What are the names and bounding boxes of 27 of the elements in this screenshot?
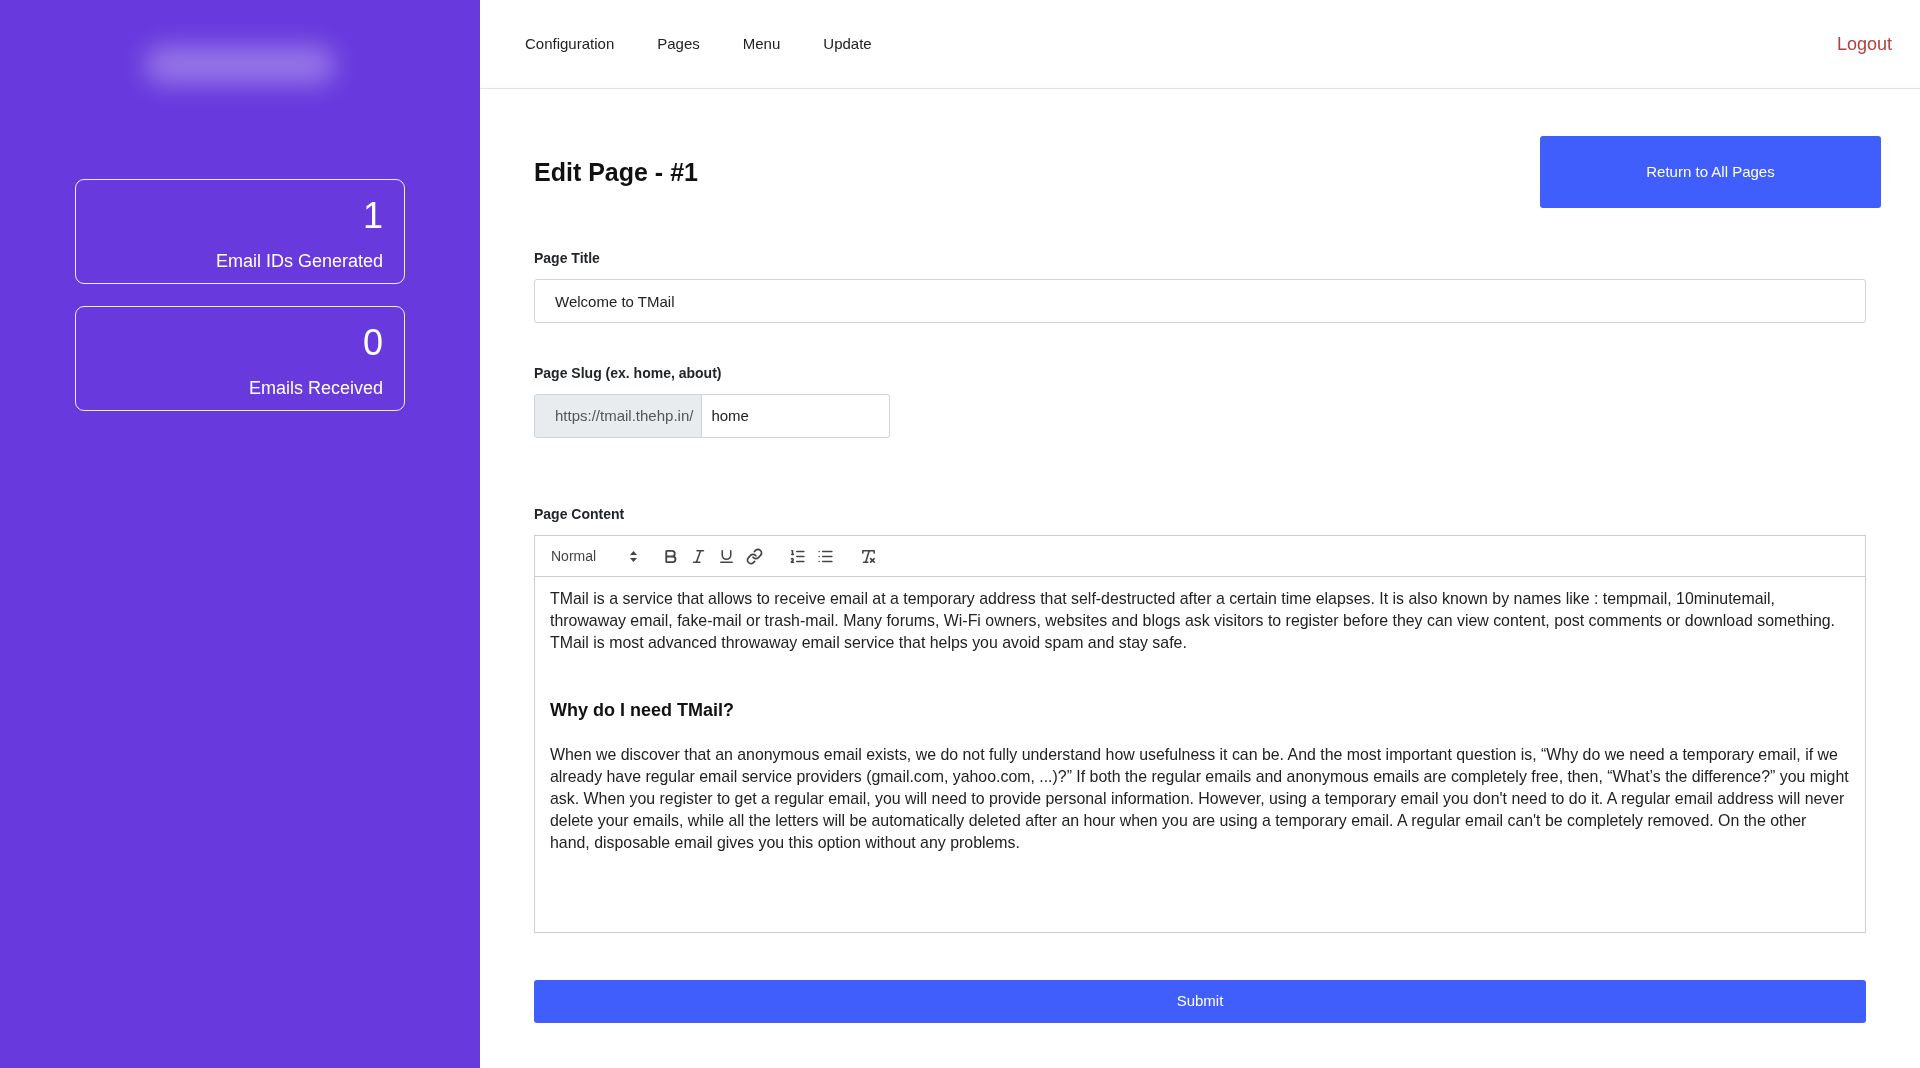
numbered-list-icon[interactable] (788, 547, 806, 565)
link-icon[interactable] (745, 547, 763, 565)
heading-text: Why do I need TMail? (550, 699, 734, 722)
slug-input[interactable]: home (702, 394, 891, 438)
field-label: Page Slug (ex. home, about) (534, 364, 722, 383)
nav-link[interactable]: Update (823, 32, 872, 56)
stat-value: 1 (362, 196, 383, 236)
submit-button[interactable]: Submit (534, 980, 1866, 1023)
logout-link[interactable]: Logout (1836, 30, 1892, 58)
paragraph-text: TMail is a service that allows to receive email at a temporary address that self-destructed after a certain time elapses. It is also known by names like : tempmail, 10minutemail, throwaway email, fake-mail or trash-mail. Many forums, Wi-Fi owners, websites and blogs ask visitors to register before they can view content, post comments or download something. TMail is most advanced throwaway email service that helps you avoid spam and stay safe. (550, 589, 1836, 653)
format-dropdown[interactable]: Normal (543, 545, 643, 567)
page-title-input[interactable]: Welcome to TMail (534, 279, 1866, 323)
paragraph-text: When we discover that an anonymous email exists, we do not fully understand how usefulness it can be. And the most important question is, “Why do we need a temporary email, if we already have regular email service providers (gmail.com, yahoo.com, ...)?” If both the regular emails and anonymous emails are completely free, then, “What’s the difference?” you might ask. When you register to get a regular email, you will need to provide personal information. However, using a temporary email you don't need to do it. A regular email address will never delete your emails, while all the letters will be automatically deleted after an hour when you are using a temporary email. A regular email can't be completely removed. On the other hand, disposable email gives you this option without any problems. (550, 745, 1850, 853)
nav-link[interactable]: Pages (657, 32, 700, 56)
field-label: Page Content (534, 505, 625, 524)
page-heading: Edit Page - #1 (534, 157, 698, 188)
url-prefix: https://tmail.thehp.in/ (534, 394, 703, 438)
stat-value: 0 (362, 323, 383, 363)
nav-link[interactable]: Menu (742, 32, 781, 56)
up-down-arrows-icon (630, 550, 637, 562)
underline-icon[interactable] (717, 547, 735, 565)
clear-formatting-icon[interactable] (859, 547, 877, 565)
stat-label: Email IDs Generated (215, 250, 383, 273)
return-button[interactable]: Return to All Pages (1540, 136, 1881, 208)
nav-link[interactable]: Configuration (525, 32, 615, 56)
stat-label: Emails Received (248, 377, 383, 400)
field-label: Page Title (534, 249, 600, 268)
